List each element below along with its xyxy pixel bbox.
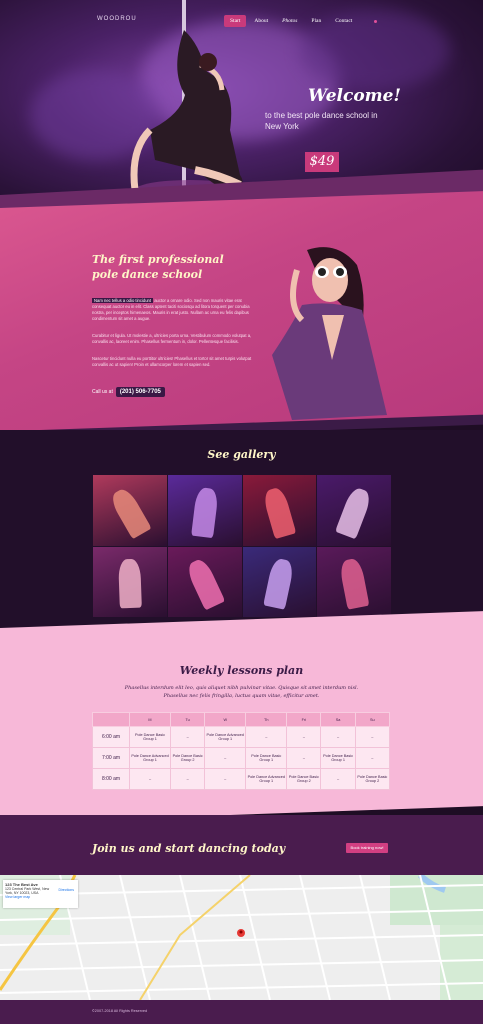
schedule-time: 6:00 am [92,726,130,748]
nav-photos[interactable]: Photos [276,15,303,27]
schedule-cell: – [204,747,247,769]
about-paragraph-3: Nascetur tincidunt nulla eu porttitor ul… [92,356,252,367]
schedule-cell: – [204,768,247,790]
hero-subtitle: to the best pole dance school in New Yor… [265,111,378,131]
schedule-day-header: M [128,712,172,727]
call-us: Call us at (201) 506-7705 [92,387,165,397]
schedule-cell: Pole Dance Basic Group 1 [320,747,356,769]
map-larger-link[interactable]: View larger map [5,895,76,899]
schedule-cell: – [354,747,391,769]
gallery-heading: See gallery [207,448,276,461]
gallery-tile[interactable] [317,546,391,617]
schedule-cell: – [354,726,391,748]
schedule-day-header: Th [245,712,288,727]
about-paragraph-2: Curabitur et ligula. Ut molestie a, ultr… [92,333,252,344]
schedule-header-row: M Tu W Th Fri Sa Su [92,712,391,727]
gallery-tile[interactable] [167,546,242,617]
schedule-day-header: W [204,712,247,727]
schedule-cell: Pole Dance Basic Group 2 [170,747,206,769]
hero-section [0,0,483,222]
schedule-heading: Weekly lessons plan [179,664,304,677]
schedule-row: 7:00 am Pole Dance Advanced Group 1 Pole D… [92,747,391,769]
gallery-tile[interactable] [93,475,167,546]
schedule-day-header [92,712,130,727]
schedule-table: M Tu W Th Fri Sa Su 6:00 am Pole Dance Basic Gro… [92,712,391,790]
phone-number[interactable]: (201) 506-7705 [115,387,165,397]
pole-dancer-image [130,0,245,200]
schedule-cell: Pole Dance Basic Group 2 [286,768,322,790]
map-directions-link[interactable]: Directions [58,888,74,892]
gallery-dancer-figure [338,557,370,611]
schedule-cell: Pole Dance Basic Group 1 [128,726,172,748]
schedule-cell: Pole Dance Basic Group 2 [354,768,391,790]
about-highlight: Nam nec tellus a odio tincidunt [92,298,154,303]
schedule-cell: – [245,726,288,748]
schedule-cell: – [128,768,172,790]
schedule-cell: Pole Dance Advanced Group 1 [128,747,172,769]
gallery-tile[interactable] [93,546,167,617]
main-nav: Start About Photos Plan Contact [224,14,378,28]
site-logo[interactable]: WOODROU [97,16,137,22]
gallery-dancer-figure [190,486,219,539]
schedule-cell: Pole Dance Advanced Group 1 [204,726,247,748]
gallery-tile[interactable] [242,546,317,617]
schedule-cell: – [286,747,322,769]
gallery-tile[interactable] [317,475,391,546]
nav-about[interactable]: About [248,15,274,27]
nav-contact[interactable]: Contact [329,15,358,27]
cart-dot-icon[interactable] [374,19,378,23]
schedule-day-header: Tu [170,712,206,727]
footer-copyright: ©2007-2018 All Rights Reserved [92,1009,148,1013]
book-training-button[interactable]: Book training now! [346,843,388,853]
schedule-cell: – [170,726,206,748]
footer [0,1000,483,1024]
gallery-dancer-figure [117,558,142,609]
join-heading: Join us and start dancing today [92,842,286,855]
schedule-time: 7:00 am [92,747,130,769]
nav-plan[interactable]: Plan [305,15,327,27]
nav-start[interactable]: Start [224,15,247,27]
schedule-day-header: Sa [320,712,356,727]
hero-price-badge: $49 [305,152,339,172]
schedule-cell: – [320,768,356,790]
schedule-subtitle: Phasellus interdum elit leo, quis alique… [124,685,359,699]
gallery-dancer-figure [107,485,152,540]
schedule-day-header: Fri [286,712,322,727]
schedule-time: 8:00 am [92,768,130,790]
gallery-dancer-figure [261,485,297,540]
map-address: 123 Central Park West, New York, NY 1002… [5,887,50,895]
schedule-cell: – [170,768,206,790]
schedule-row: 6:00 am Pole Dance Basic Group 1– Pole Dan… [92,726,391,748]
schedule-day-header: Su [354,712,391,727]
about-paragraph-1: Nam nec tellus a odio tincidunt auctor a… [92,298,257,322]
gallery-tile[interactable] [242,475,317,546]
map-info-card: 123 The Best Ave 123 Central Park West, … [3,880,78,908]
call-us-label: Call us at [92,389,113,395]
schedule-row: 8:00 am – – – Pole Dance Advanced Group 1 Pol… [92,768,391,790]
schedule-cell: – [286,726,322,748]
schedule-cell: Pole Dance Basic Group 1 [245,747,288,769]
gallery-dancer-figure [263,557,296,611]
gallery-tile[interactable] [167,475,242,546]
gallery-dancer-figure [184,556,226,611]
gallery-dancer-figure [334,485,374,540]
schedule-cell: – [320,726,356,748]
gallery-grid [93,475,391,617]
hero-welcome-heading: Welcome! [308,86,401,106]
dancer-sunglasses-image [272,247,387,420]
about-heading: The first professional pole dance school [92,253,224,281]
schedule-cell: Pole Dance Advanced Group 1 [245,768,288,790]
